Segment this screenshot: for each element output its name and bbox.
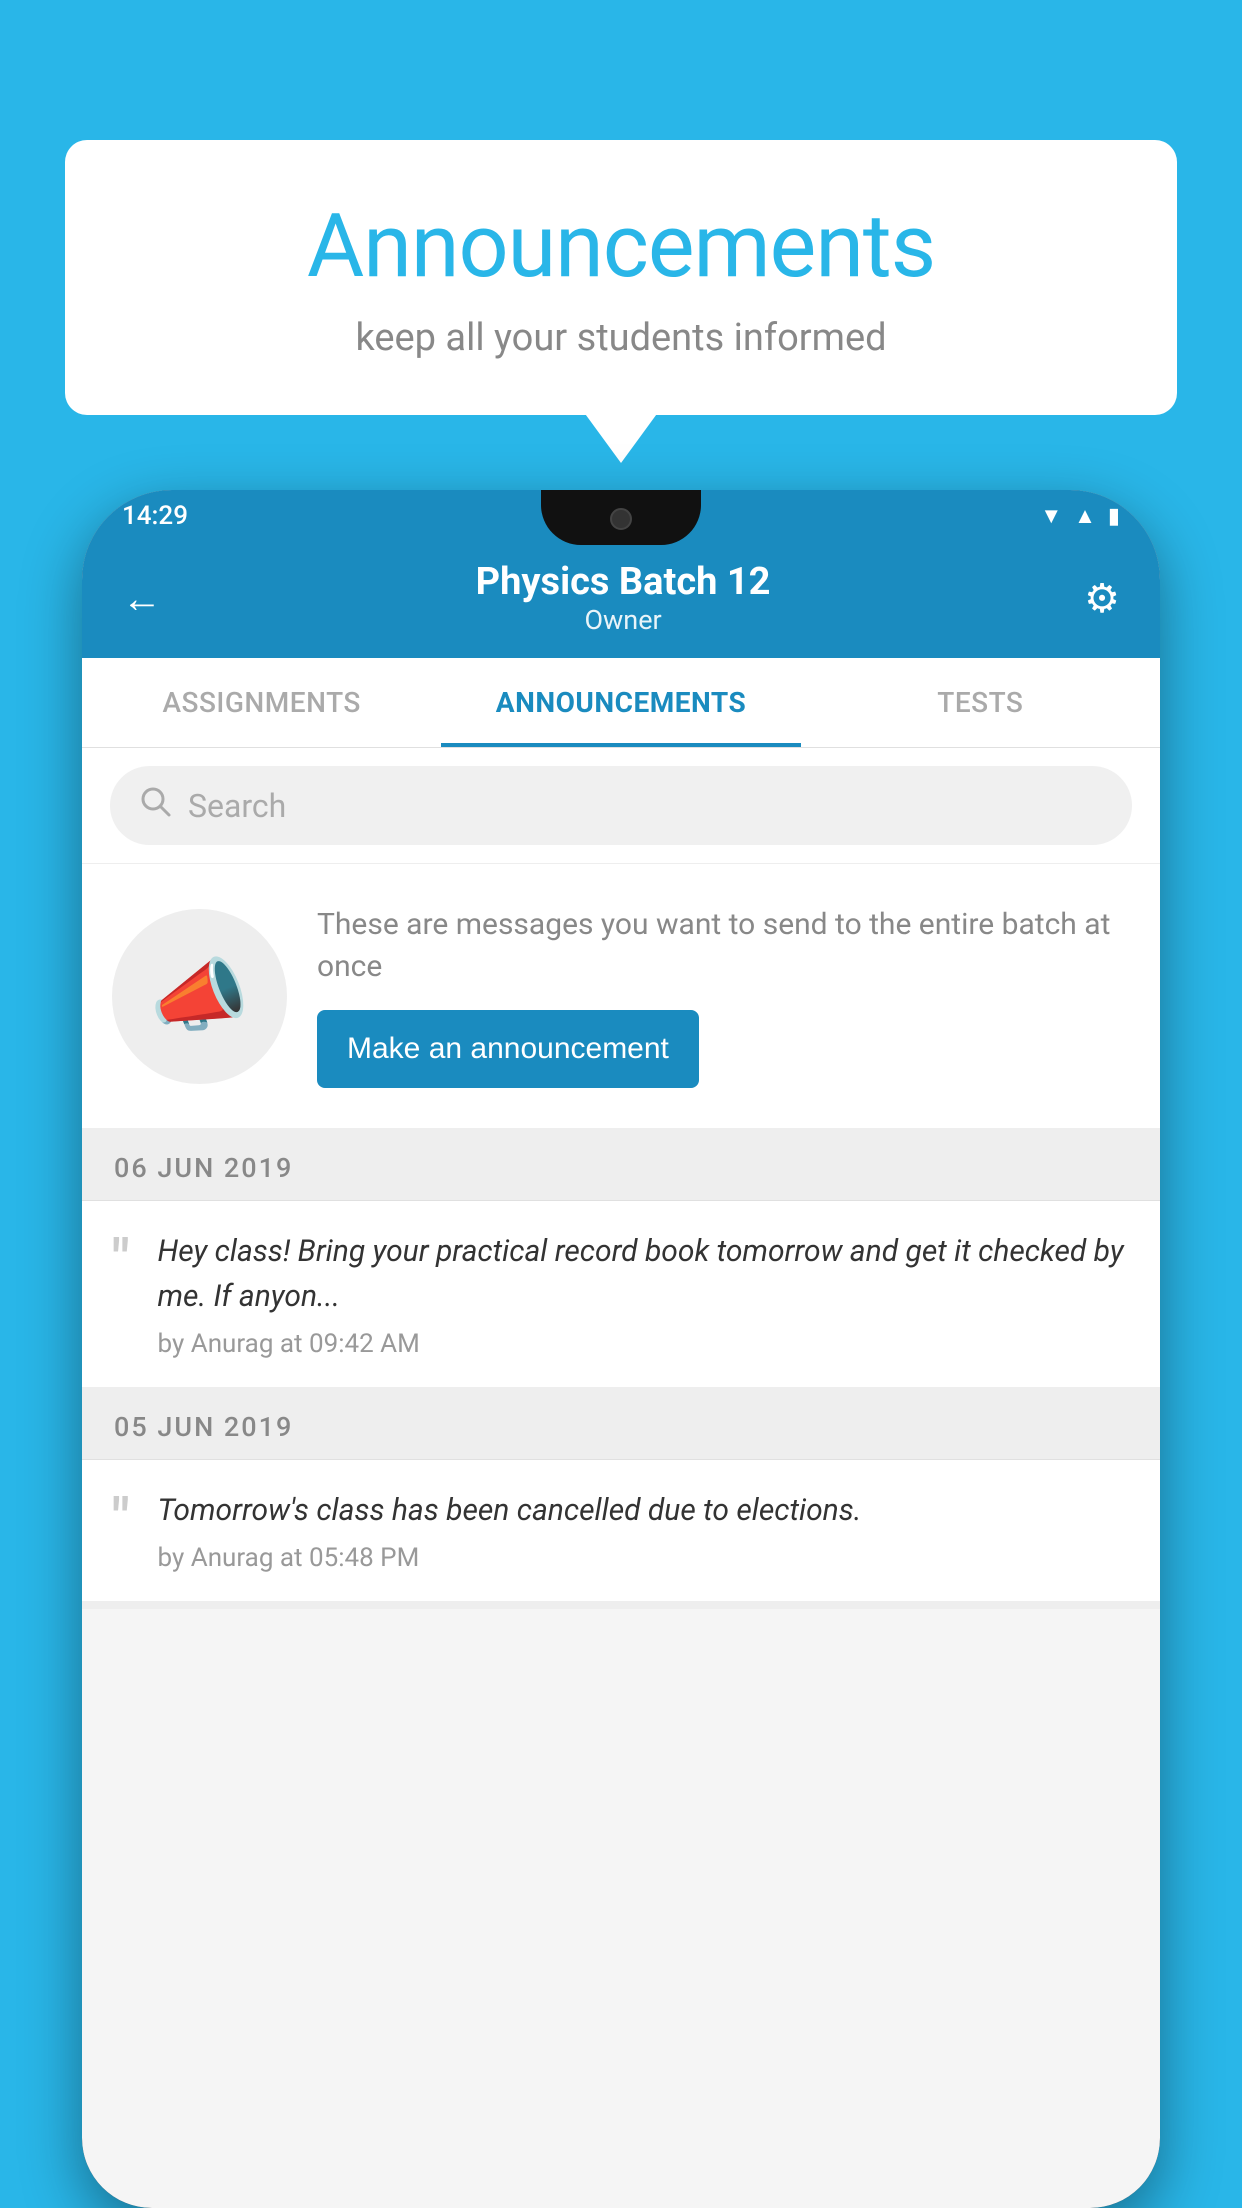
tab-assignments[interactable]: ASSIGNMENTS — [82, 658, 441, 747]
header-title: Physics Batch 12 — [162, 560, 1084, 604]
quote-icon-2: " — [112, 1492, 130, 1547]
tab-announcements[interactable]: ANNOUNCEMENTS — [441, 658, 800, 747]
announcement-body-2: Tomorrow's class has been cancelled due … — [158, 1488, 1130, 1533]
prompt-description: These are messages you want to send to t… — [317, 904, 1130, 988]
announcement-item-2[interactable]: " Tomorrow's class has been cancelled du… — [82, 1460, 1160, 1609]
header-subtitle: Owner — [162, 604, 1084, 636]
megaphone-icon: 📣 — [150, 949, 250, 1043]
search-container: Search — [82, 748, 1160, 864]
announcement-text-2: Tomorrow's class has been cancelled due … — [158, 1488, 1130, 1573]
app-header: ← Physics Batch 12 Owner ⚙ — [82, 542, 1160, 658]
speech-bubble: Announcements keep all your students inf… — [65, 140, 1177, 415]
prompt-right: These are messages you want to send to t… — [317, 904, 1130, 1088]
header-title-block: Physics Batch 12 Owner — [162, 560, 1084, 636]
tab-tests[interactable]: TESTS — [801, 658, 1160, 747]
phone-frame: 14:29 ▼ ▲ ▮ ← Physics Batch 12 Owner ⚙ A… — [82, 490, 1160, 2208]
announcement-meta-2: by Anurag at 05:48 PM — [158, 1543, 1130, 1573]
speech-bubble-title: Announcements — [125, 195, 1117, 298]
phone-screen: 14:29 ▼ ▲ ▮ ← Physics Batch 12 Owner ⚙ A… — [82, 490, 1160, 2208]
date-separator-2: 05 JUN 2019 — [82, 1395, 1160, 1460]
speech-bubble-container: Announcements keep all your students inf… — [65, 140, 1177, 415]
settings-icon[interactable]: ⚙ — [1084, 575, 1120, 622]
announcement-prompt: 📣 These are messages you want to send to… — [82, 864, 1160, 1136]
announcement-item-1[interactable]: " Hey class! Bring your practical record… — [82, 1201, 1160, 1395]
battery-icon: ▮ — [1108, 504, 1120, 529]
tabs-bar: ASSIGNMENTS ANNOUNCEMENTS TESTS — [82, 658, 1160, 748]
speech-bubble-subtitle: keep all your students informed — [125, 316, 1117, 360]
back-button[interactable]: ← — [122, 575, 162, 622]
wifi-icon: ▼ — [1040, 503, 1062, 529]
megaphone-circle: 📣 — [112, 909, 287, 1084]
search-bar[interactable]: Search — [110, 766, 1132, 845]
status-time: 14:29 — [122, 501, 188, 531]
announcement-text-1: Hey class! Bring your practical record b… — [158, 1229, 1130, 1359]
status-icons: ▼ ▲ ▮ — [1040, 503, 1120, 529]
make-announcement-button[interactable]: Make an announcement — [317, 1010, 699, 1088]
date-separator-1: 06 JUN 2019 — [82, 1136, 1160, 1201]
signal-icon: ▲ — [1074, 503, 1096, 529]
front-camera — [610, 508, 632, 530]
quote-icon-1: " — [112, 1233, 130, 1288]
search-icon — [138, 784, 172, 827]
phone-notch — [541, 490, 701, 545]
search-placeholder: Search — [188, 787, 286, 825]
announcement-meta-1: by Anurag at 09:42 AM — [158, 1329, 1130, 1359]
announcement-body-1: Hey class! Bring your practical record b… — [158, 1229, 1130, 1319]
